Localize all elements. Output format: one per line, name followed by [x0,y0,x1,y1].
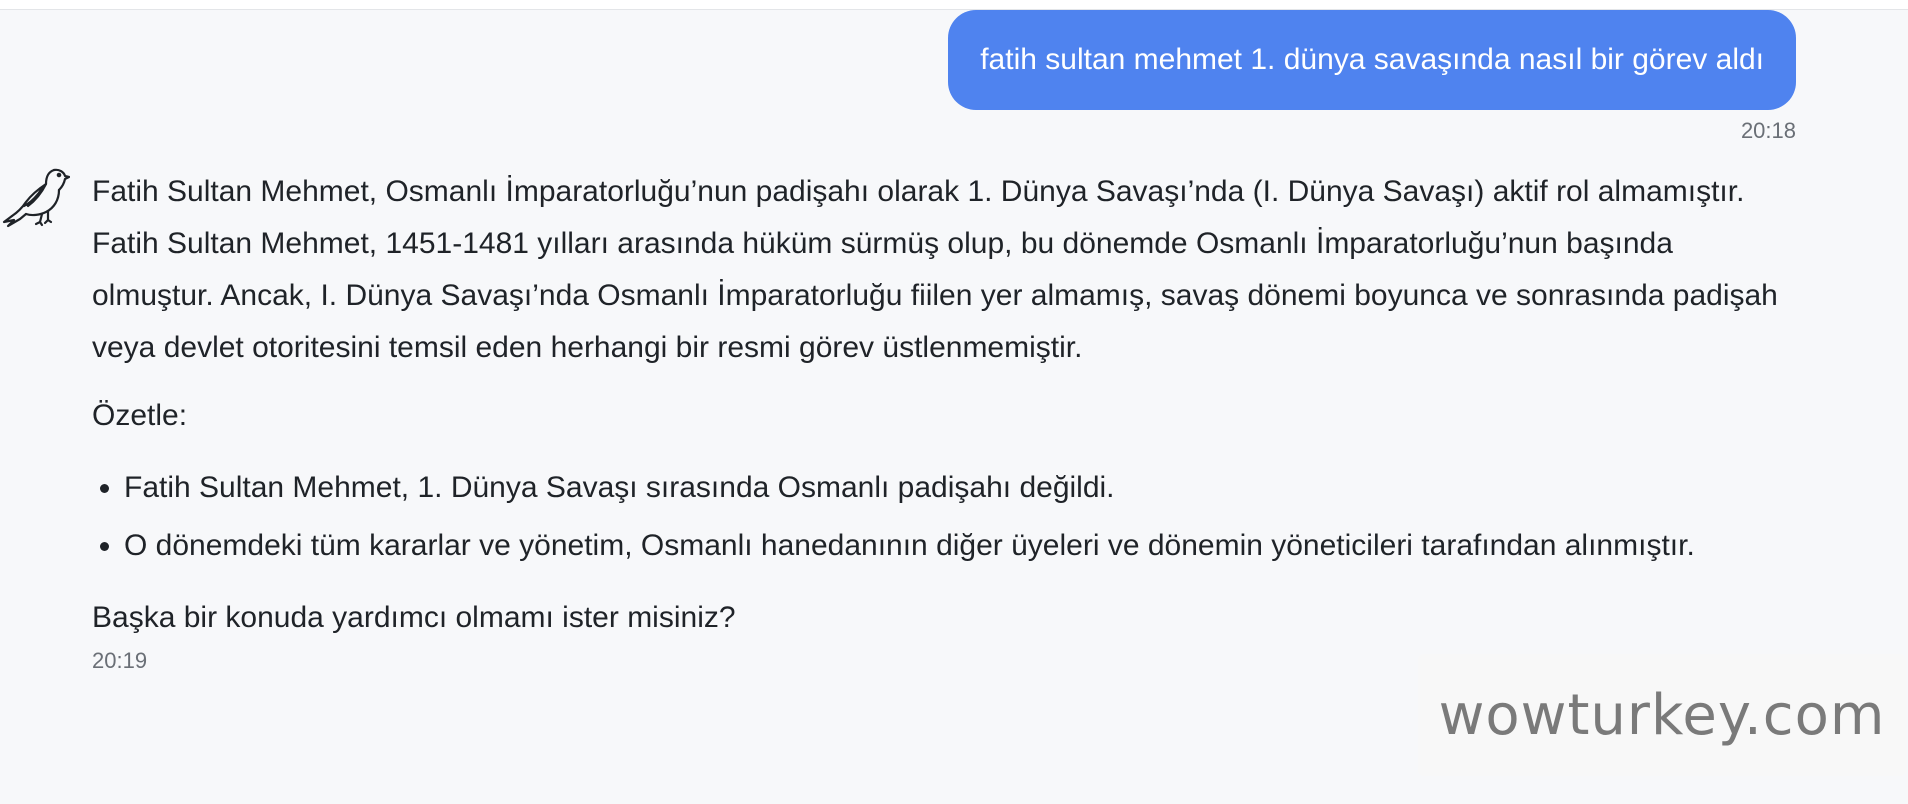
closing-question: Başka bir konuda yardımcı olmamı ister m… [92,601,736,634]
assistant-paragraph: Fatih Sultan Mehmet, Osmanlı İmparatorlu… [92,175,1778,364]
top-divider [0,0,1908,10]
list-item: Fatih Sultan Mehmet, 1. Dünya Savaşı sır… [124,462,1792,514]
user-message-text: fatih sultan mehmet 1. dünya savaşında n… [980,43,1764,76]
bullet-list: Fatih Sultan Mehmet, 1. Dünya Savaşı sır… [92,462,1792,572]
watermark: wowturkey.com [1418,654,1906,776]
dove-icon [2,164,71,232]
user-message-bubble: fatih sultan mehmet 1. dünya savaşında n… [948,10,1796,110]
list-item: O dönemdeki tüm kararlar ve yönetim, Osm… [124,520,1792,572]
assistant-message: Fatih Sultan Mehmet, Osmanlı İmparatorlu… [92,166,1792,676]
summary-label: Özetle: [92,399,188,432]
user-message-timestamp: 20:18 [1740,118,1796,143]
